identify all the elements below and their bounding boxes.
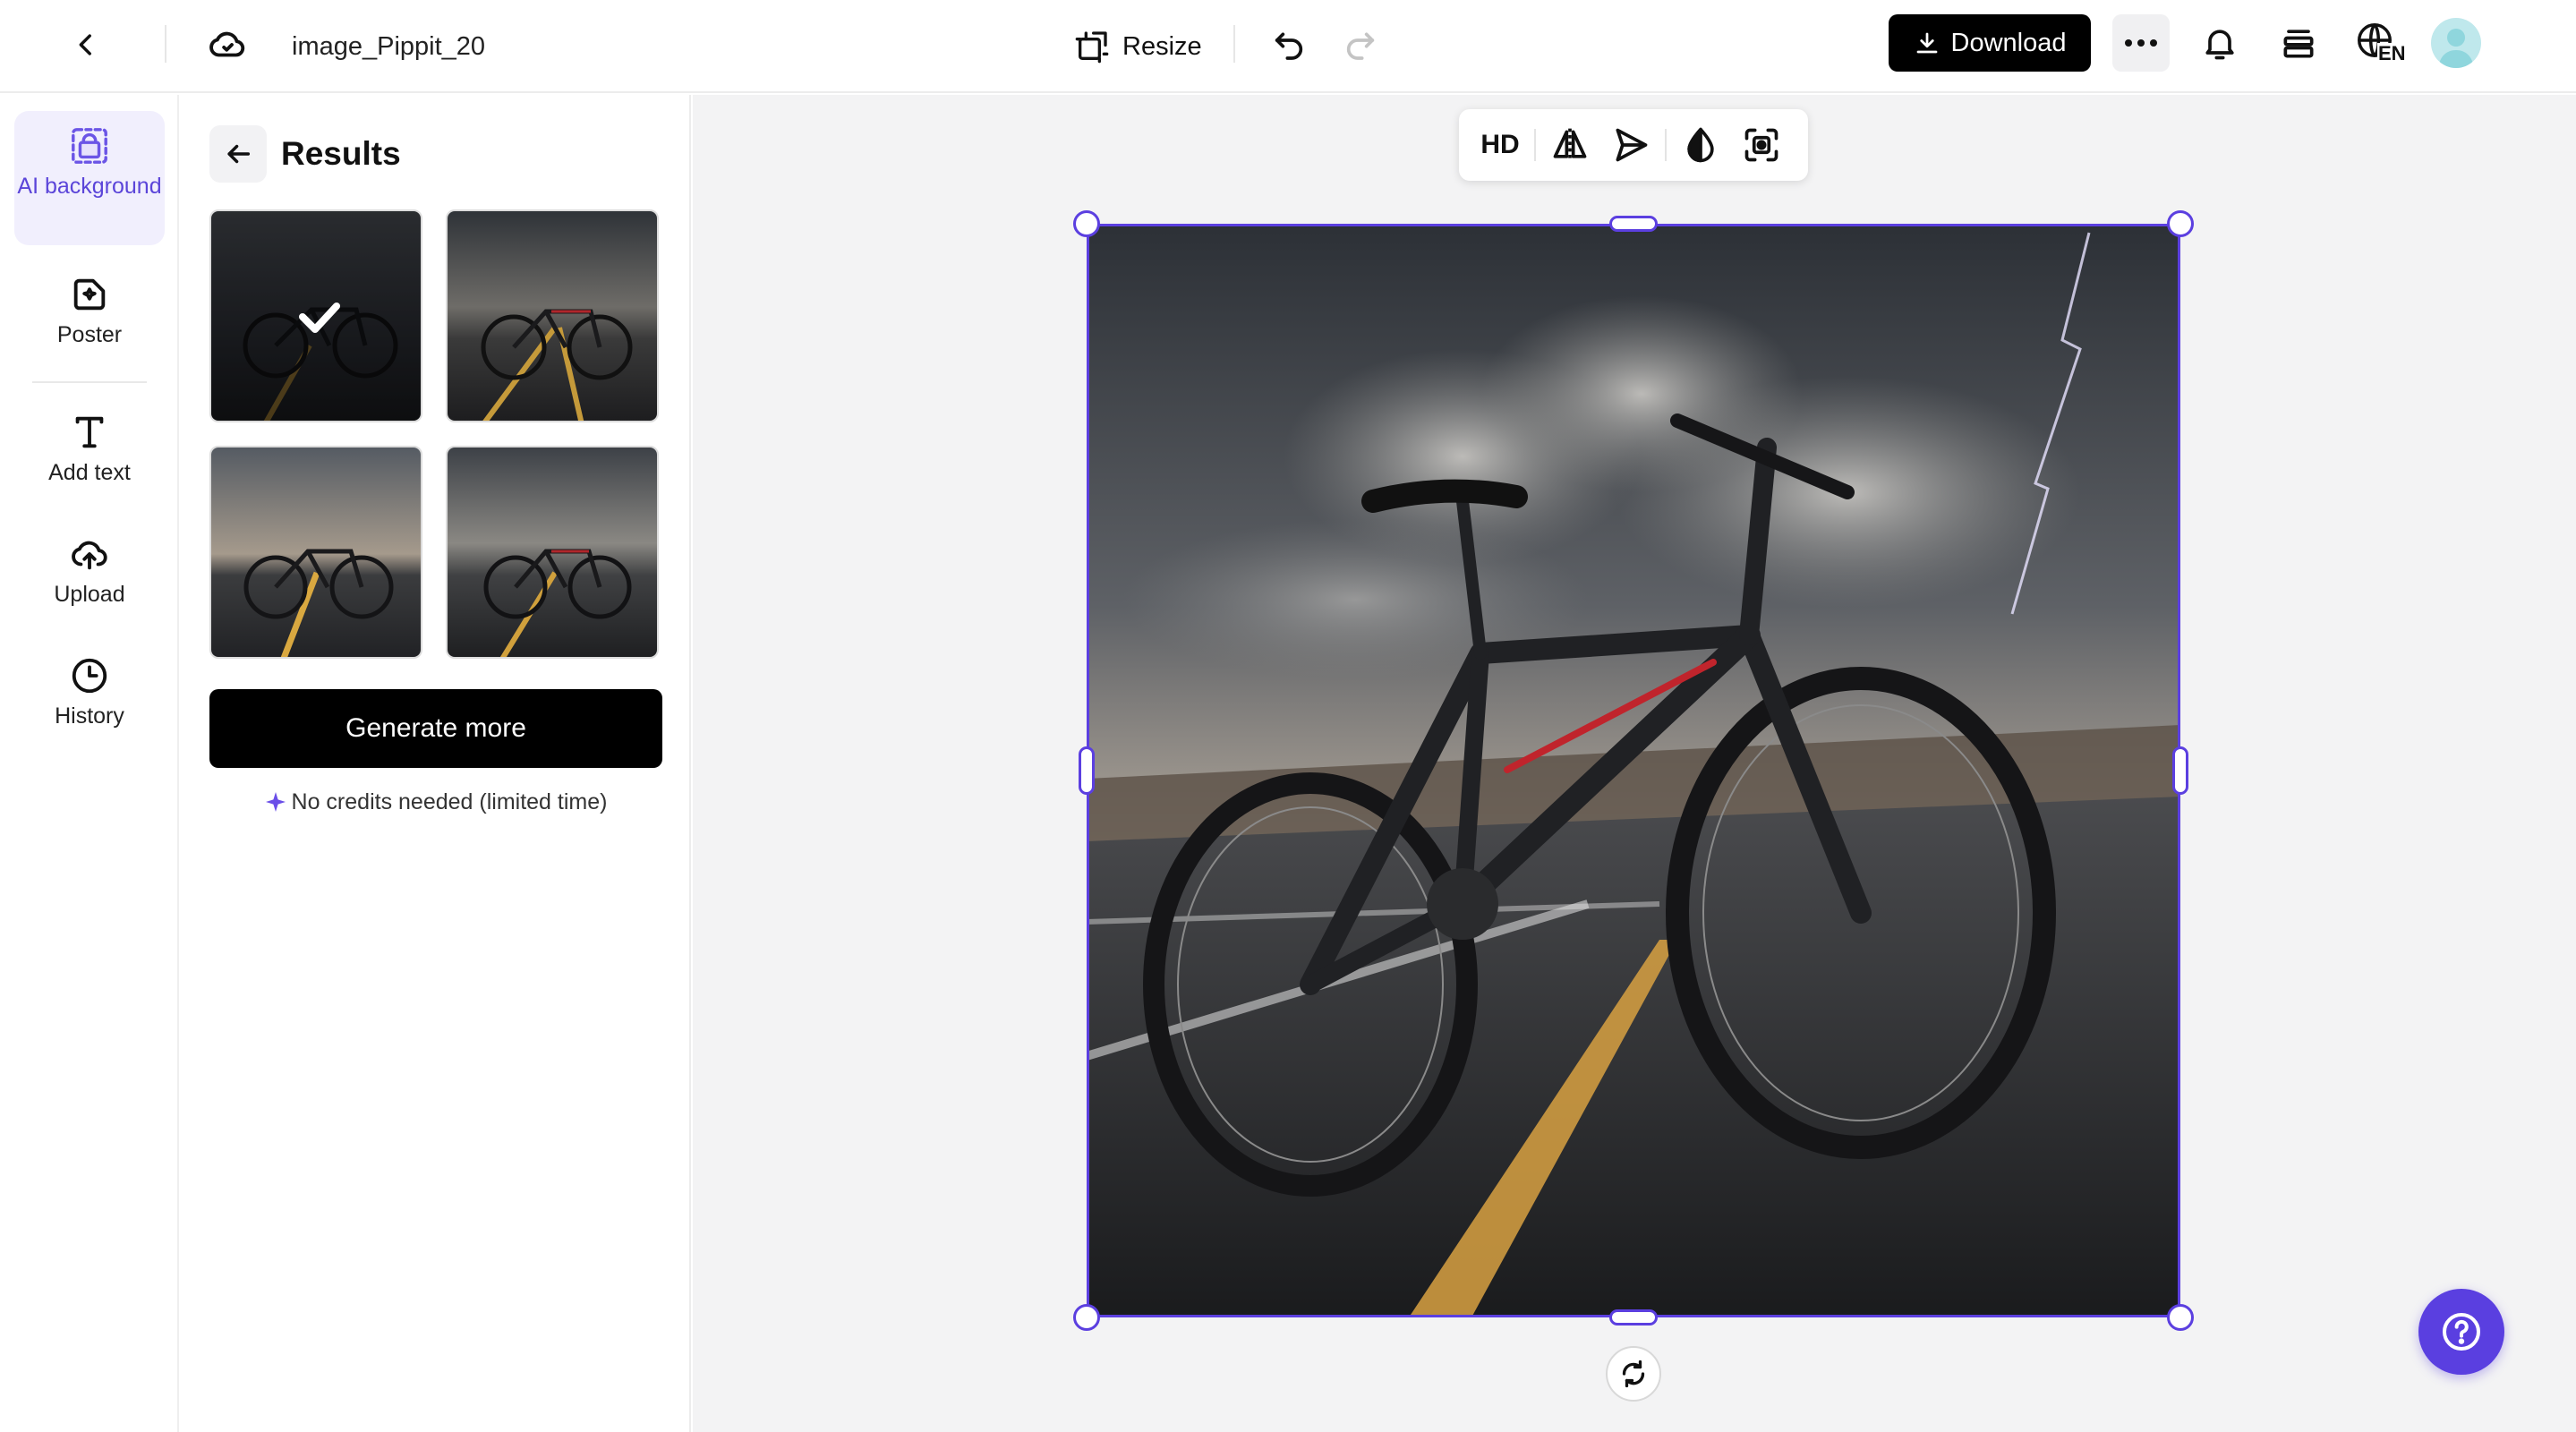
resize-handle-bottom-left[interactable] [1073,1304,1100,1331]
send-button[interactable] [1600,118,1661,172]
chevron-left-icon [71,30,101,60]
results-title: Results [281,135,401,172]
help-icon [2440,1310,2483,1353]
avatar[interactable] [2431,18,2481,68]
credits-note: No credits needed (limited time) [209,782,662,822]
image-toolbar: HD [1459,109,1808,181]
result-thumbnail-2[interactable] [446,209,659,422]
resize-handle-bottom[interactable] [1609,1309,1658,1325]
notifications-button[interactable] [2191,14,2248,72]
sidebar-item-ai-background[interactable]: AI background [14,111,165,245]
resize-button[interactable]: Resize [1065,20,1211,73]
resize-label: Resize [1122,31,1202,61]
resize-handle-left[interactable] [1079,746,1095,795]
layers-icon [2279,23,2318,63]
resize-handle-top[interactable] [1609,216,1658,232]
download-label: Download [1950,28,2067,57]
cloud-icon [207,24,248,65]
send-icon [1611,125,1651,165]
canvas-image[interactable] [1087,224,2180,1317]
more-icon [2123,38,2159,48]
remove-background-icon [1742,125,1781,165]
resize-handle-top-right[interactable] [2167,210,2194,237]
file-name[interactable]: image_Pippit_20 [292,27,485,66]
history-icon [69,655,110,696]
undo-icon [1271,27,1307,63]
hd-button[interactable]: HD [1470,118,1531,172]
layers-button[interactable] [2270,14,2327,72]
resize-handle-right[interactable] [2172,746,2188,795]
text-icon [69,412,110,453]
sidebar-item-poster[interactable]: Poster [14,274,165,372]
bell-icon [2200,23,2239,63]
arrow-left-icon [223,139,253,169]
redo-icon [1343,27,1378,63]
results-back-button[interactable] [209,125,267,183]
rotate-button[interactable] [1606,1346,1661,1402]
sidebar-item-label: Upload [54,582,125,607]
credits-text: No credits needed (limited time) [291,788,608,814]
resize-handle-bottom-right[interactable] [2167,1304,2194,1331]
ai-background-icon [69,125,110,166]
globe-icon: EN [2354,18,2408,68]
download-button[interactable]: Download [1889,14,2091,72]
generate-more-button[interactable]: Generate more [209,689,662,768]
sidebar-item-history[interactable]: History [14,655,165,754]
back-button[interactable] [57,16,115,73]
undo-button[interactable] [1260,16,1318,73]
rotate-icon [1617,1358,1650,1390]
sidebar-item-add-text[interactable]: Add text [14,412,165,510]
sidebar-divider [32,381,147,383]
upload-icon [69,533,110,575]
language-button[interactable]: EN [2352,14,2410,72]
poster-icon [69,274,110,315]
sparkle-icon [265,791,286,813]
flip-button[interactable] [1540,118,1600,172]
results-panel: Results Generate more No credits needed … [181,95,691,1432]
hd-label: HD [1480,130,1520,159]
sidebar-item-label: Add text [48,460,131,485]
sidebar-item-label: AI background [17,174,162,199]
more-options-button[interactable] [2112,14,2170,72]
resize-icon [1074,29,1110,64]
opacity-icon [1681,125,1720,165]
download-icon [1914,30,1941,56]
result-thumbnail-1[interactable] [209,209,422,422]
help-button[interactable] [2418,1289,2504,1375]
language-badge: EN [2377,42,2407,64]
remove-background-button[interactable] [1731,118,1792,172]
cloud-sync-button[interactable] [199,16,256,73]
result-thumbnail-3[interactable] [209,446,422,659]
flip-icon [1550,125,1590,165]
sidebar-item-label: History [55,703,124,729]
redo-button[interactable] [1332,16,1389,73]
opacity-button[interactable] [1670,118,1731,172]
sidebar-item-label: Poster [56,322,123,347]
sidebar-item-upload[interactable]: Upload [14,533,165,632]
resize-handle-top-left[interactable] [1073,210,1100,237]
top-bar: image_Pippit_20 Resize Download EN [0,0,2576,93]
result-thumbnail-4[interactable] [446,446,659,659]
left-sidebar: AI background Poster Add text Upload His… [0,95,179,1432]
